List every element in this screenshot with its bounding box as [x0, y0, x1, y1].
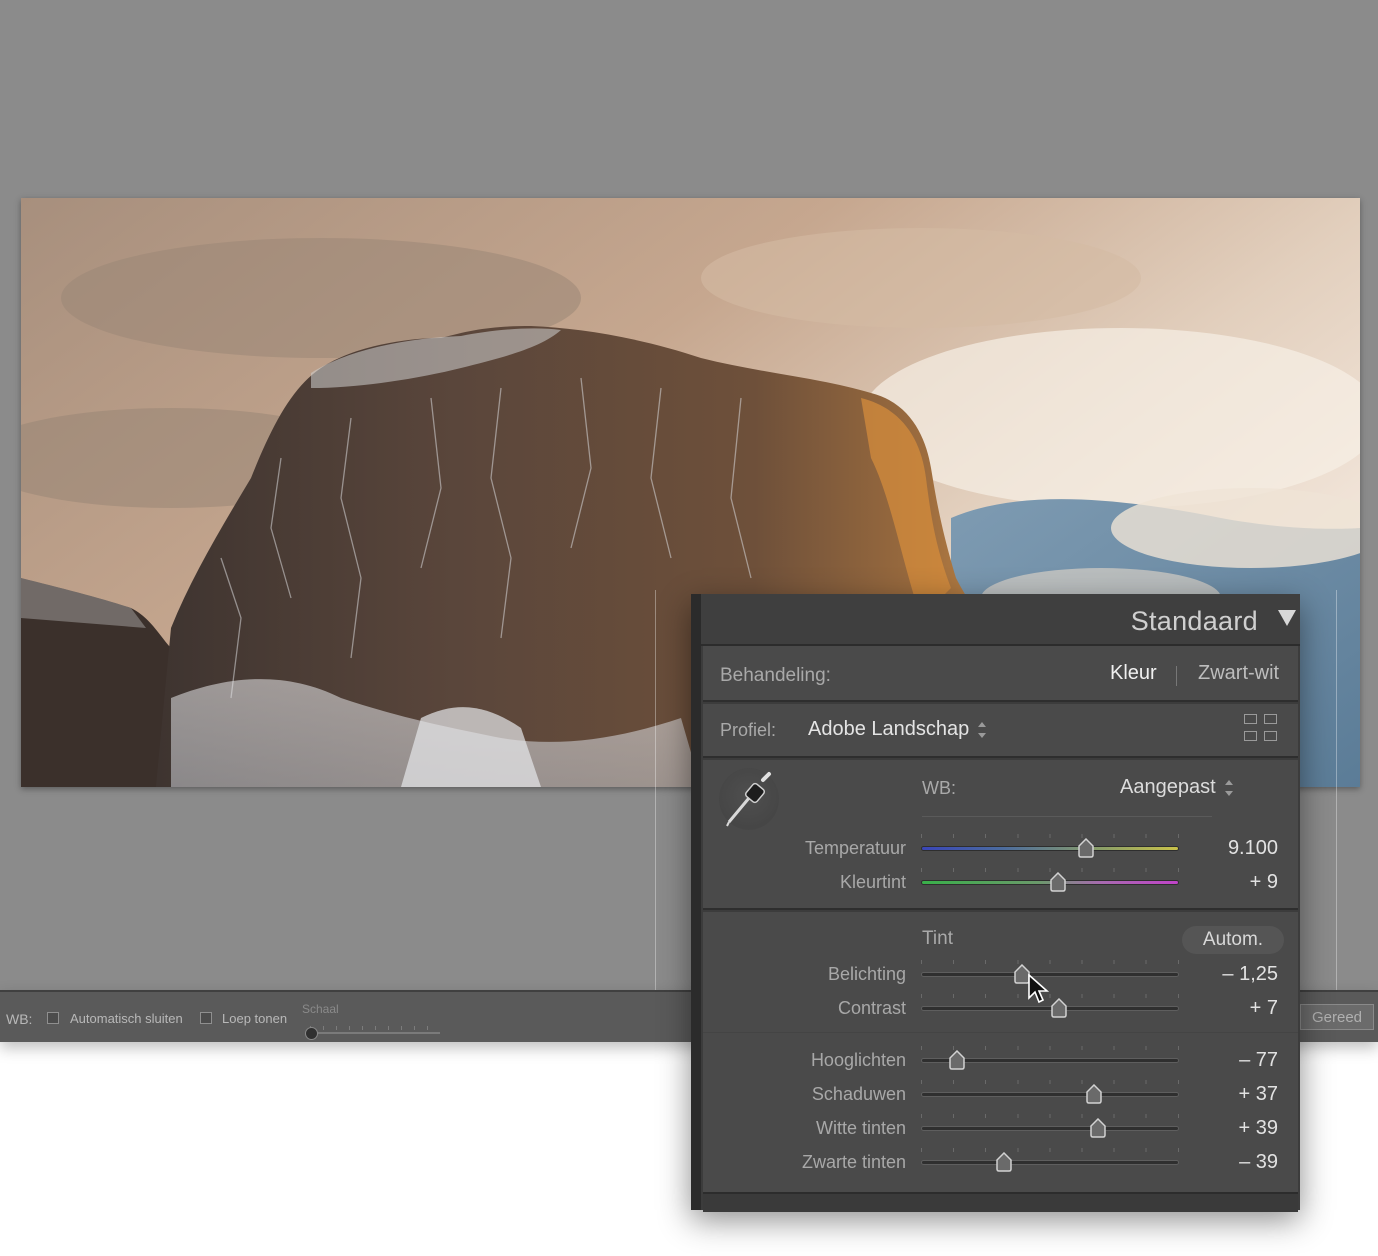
slider-label-contrast: Contrast — [837, 998, 906, 1018]
treatment-bw-option[interactable]: Zwart-wit — [1198, 662, 1279, 685]
guide-line-right — [1336, 590, 1337, 1050]
temperature-slider-thumb[interactable] — [1077, 837, 1095, 858]
auto-close-checkbox[interactable] — [47, 1012, 59, 1024]
whites-value[interactable]: + 39 — [1239, 1117, 1278, 1140]
treatment-section: Behandeling: Kleur Zwart-wit — [703, 646, 1298, 702]
shadows-slider-track[interactable] — [921, 1092, 1179, 1097]
exposure-slider-track[interactable] — [921, 972, 1179, 977]
profile-stepper-icon[interactable] — [978, 722, 986, 738]
panel-title: Standaard — [1130, 606, 1258, 636]
slider-label-temperature: Temperatuur — [804, 838, 906, 858]
slider-label-whites: Witte tinten — [815, 1118, 906, 1138]
treatment-color-option[interactable]: Kleur — [1110, 662, 1157, 685]
temperature-value[interactable]: 9.100 — [1228, 837, 1278, 860]
tint-slider-thumb[interactable] — [1049, 871, 1067, 892]
wb-separator — [922, 816, 1212, 817]
auto-close-label: Automatisch sluiten — [70, 1011, 183, 1026]
highlights-value[interactable]: – 77 — [1239, 1049, 1278, 1072]
shadows-ticks — [921, 1080, 1179, 1084]
scale-slider-thumb[interactable] — [305, 1027, 318, 1040]
profile-dropdown[interactable]: Adobe Landschap — [808, 718, 969, 741]
blacks-value[interactable]: – 39 — [1239, 1151, 1278, 1174]
white-balance-section: WB: Aangepast Temperatuur 9.100 Kleurtin… — [703, 760, 1298, 910]
auto-tone-button[interactable]: Autom. — [1182, 926, 1284, 954]
whites-ticks — [921, 1114, 1179, 1118]
scale-slider-track[interactable] — [308, 1032, 440, 1034]
blacks-slider-thumb[interactable] — [995, 1151, 1013, 1172]
mouse-cursor-icon — [1028, 974, 1050, 1004]
wb-stepper-icon[interactable] — [1225, 780, 1233, 796]
tone-separator — [703, 1032, 1298, 1033]
profile-browser-grid-icon[interactable] — [1244, 714, 1278, 744]
slider-label-blacks: Zwarte tinten — [801, 1152, 906, 1172]
shadows-value[interactable]: + 37 — [1239, 1083, 1278, 1106]
panel-header[interactable]: Standaard — [701, 594, 1300, 646]
panel-bottom-edge — [703, 1192, 1298, 1212]
tone-section: Tint Autom. Belichting – 1,25 Contrast +… — [703, 912, 1298, 1192]
exposure-value[interactable]: – 1,25 — [1222, 963, 1278, 986]
whites-slider-thumb[interactable] — [1089, 1117, 1107, 1138]
profile-label: Profiel: — [720, 720, 777, 740]
wb-dropdown[interactable]: Aangepast — [1120, 776, 1216, 799]
treatment-divider — [1176, 666, 1177, 686]
eyedropper-icon — [726, 772, 771, 827]
whites-slider-track[interactable] — [921, 1126, 1179, 1131]
basic-panel: Standaard Behandeling: Kleur Zwart-wit P… — [691, 594, 1300, 1212]
shadows-slider-thumb[interactable] — [1085, 1083, 1103, 1104]
show-loupe-checkbox[interactable] — [200, 1012, 212, 1024]
wb-label: WB: — [6, 1011, 33, 1027]
profile-section: Profiel: Adobe Landschap — [703, 704, 1298, 758]
blacks-slider-track[interactable] — [921, 1160, 1179, 1165]
slider-label-highlights: Hooglichten — [810, 1050, 906, 1070]
temperature-slider-track[interactable] — [921, 846, 1179, 851]
slider-label-exposure: Belichting — [827, 964, 906, 984]
collapse-triangle-icon[interactable] — [1278, 610, 1296, 626]
guide-line-left — [655, 590, 656, 1050]
wb-label: WB: — [922, 778, 956, 798]
temperature-ticks — [921, 834, 1179, 838]
highlights-slider-thumb[interactable] — [948, 1049, 966, 1070]
slider-label-tint: Kleurtint — [839, 872, 906, 892]
tone-label: Tint — [922, 928, 953, 949]
contrast-slider-thumb[interactable] — [1050, 997, 1068, 1018]
slider-label-shadows: Schaduwen — [811, 1084, 906, 1104]
tint-value[interactable]: + 9 — [1250, 871, 1278, 894]
blacks-ticks — [921, 1148, 1179, 1152]
contrast-value[interactable]: + 7 — [1250, 997, 1278, 1020]
scale-label: Schaal — [302, 1002, 339, 1016]
scale-ticks — [310, 1026, 440, 1030]
show-loupe-label: Loep tonen — [222, 1011, 288, 1026]
wb-eyedropper[interactable] — [719, 768, 779, 830]
done-button[interactable]: Gereed — [1300, 1004, 1374, 1030]
exposure-ticks — [921, 960, 1179, 964]
treatment-label: Behandeling: — [720, 665, 831, 686]
